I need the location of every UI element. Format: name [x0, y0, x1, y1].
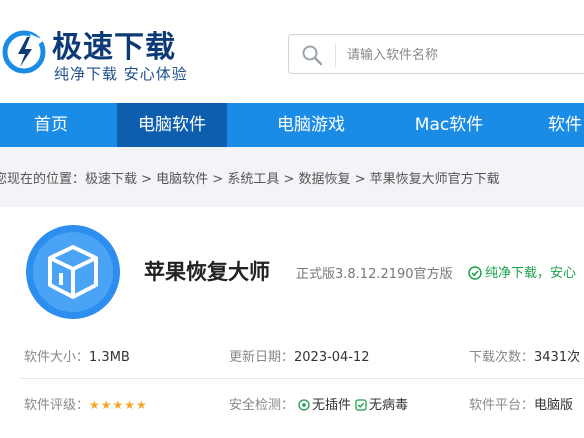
downloads-label: 下载次数：	[469, 350, 535, 365]
main-nav: 首页 电脑软件 电脑游戏 Mac软件 软件	[0, 103, 584, 147]
site-header: 极速下载 纯净下载 安心体验	[0, 0, 584, 103]
brand-slogan: 纯净下载 安心体验	[54, 65, 188, 83]
info-divider	[20, 378, 584, 379]
search-box	[288, 34, 584, 74]
logo-icon	[2, 30, 46, 74]
safe-download-text: 纯净下载，安心	[485, 266, 577, 281]
check-circle-icon	[468, 266, 482, 280]
info-platform: 软件平台：电脑版	[469, 394, 573, 413]
search-input[interactable]	[347, 43, 577, 67]
security-label: 安全检测：	[229, 398, 295, 413]
rating-stars: ★★★★★	[89, 398, 148, 412]
info-rating: 软件评级：★★★★★	[24, 394, 148, 413]
info-date: 更新日期：2023-04-12	[229, 346, 370, 365]
platform-label: 软件平台：	[469, 398, 535, 413]
nav-item-pc-games[interactable]: 电脑游戏	[256, 103, 366, 147]
breadcrumb-bar: 您现在的位置：极速下载 > 电脑软件 > 系统工具 > 数据恢复 > 苹果恢复大…	[0, 147, 584, 207]
site-logo[interactable]: 极速下载 纯净下载 安心体验	[0, 22, 210, 86]
info-size: 软件大小：1.3MB	[24, 346, 130, 365]
box-app-icon	[26, 225, 120, 319]
nav-item-pc-software[interactable]: 电脑软件	[117, 103, 227, 147]
size-label: 软件大小：	[24, 350, 90, 365]
rating-label: 软件评级：	[24, 398, 90, 413]
nav-item-home[interactable]: 首页	[0, 103, 102, 147]
security-no-virus: 无病毒	[369, 398, 409, 413]
info-security: 安全检测： 无插件 无病毒	[229, 394, 408, 413]
date-value: 2023-04-12	[294, 350, 370, 365]
app-version: 正式版3.8.12.2190官方版	[296, 267, 453, 282]
security-no-plugin: 无插件	[312, 398, 352, 413]
nav-item-software[interactable]: 软件	[538, 103, 584, 147]
brand-title: 极速下载	[52, 30, 176, 65]
search-icon[interactable]	[301, 44, 323, 66]
app-title: 苹果恢复大师	[144, 260, 270, 284]
platform-value: 电脑版	[534, 398, 574, 413]
downloads-value: 3431次	[534, 350, 581, 365]
nav-item-mac-software[interactable]: Mac软件	[394, 103, 504, 147]
search-divider	[335, 43, 336, 67]
info-row-1: 软件大小：1.3MB 更新日期：2023-04-12 下载次数：3431次	[0, 346, 584, 370]
size-value: 1.3MB	[89, 350, 130, 365]
date-label: 更新日期：	[229, 350, 295, 365]
info-downloads: 下载次数：3431次	[469, 346, 580, 365]
no-plugin-check-icon	[298, 399, 310, 411]
safe-download-tag: 纯净下载，安心	[468, 262, 576, 281]
breadcrumb[interactable]: 您现在的位置：极速下载 > 电脑软件 > 系统工具 > 数据恢复 > 苹果恢复大…	[0, 168, 500, 187]
info-row-2: 软件评级：★★★★★ 安全检测： 无插件 无病毒 软件平台：电脑版	[0, 394, 584, 418]
no-virus-check-icon	[355, 399, 367, 411]
